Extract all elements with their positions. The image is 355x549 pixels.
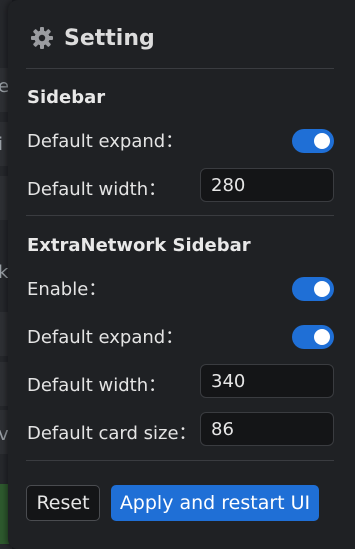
extranetwork-default-expand-label: Default expand： bbox=[27, 327, 184, 348]
sidebar-default-width-label: Default width： bbox=[27, 179, 167, 200]
divider bbox=[26, 460, 334, 461]
reset-button[interactable]: Reset bbox=[26, 485, 100, 521]
background-text: i bbox=[0, 134, 4, 155]
extranetwork-card-size-label: Default card size： bbox=[27, 423, 197, 444]
panel-title: Setting bbox=[64, 25, 155, 51]
divider bbox=[26, 215, 334, 216]
panel-header: Setting bbox=[30, 22, 155, 54]
sidebar-default-expand-label: Default expand： bbox=[27, 131, 184, 152]
sidebar-default-expand-toggle[interactable] bbox=[292, 129, 334, 153]
toggle-knob bbox=[314, 329, 330, 345]
gear-icon bbox=[31, 27, 53, 49]
extranetwork-enable-toggle[interactable] bbox=[292, 277, 334, 301]
extranetwork-default-width-input[interactable] bbox=[200, 364, 334, 398]
extranetwork-enable-label: Enable： bbox=[27, 279, 107, 300]
section-heading-extranetwork: ExtraNetwork Sidebar bbox=[27, 235, 251, 256]
toggle-knob bbox=[314, 133, 330, 149]
toggle-knob bbox=[314, 281, 330, 297]
extranetwork-card-size-input[interactable] bbox=[200, 412, 334, 446]
extranetwork-default-width-label: Default width： bbox=[27, 375, 167, 396]
extranetwork-default-expand-toggle[interactable] bbox=[292, 325, 334, 349]
apply-restart-button[interactable]: Apply and restart UI bbox=[111, 485, 319, 521]
settings-panel: Setting Sidebar Default expand： Default … bbox=[8, 0, 355, 549]
divider bbox=[26, 68, 334, 69]
section-heading-sidebar: Sidebar bbox=[27, 87, 106, 108]
sidebar-default-width-input[interactable] bbox=[200, 168, 334, 202]
